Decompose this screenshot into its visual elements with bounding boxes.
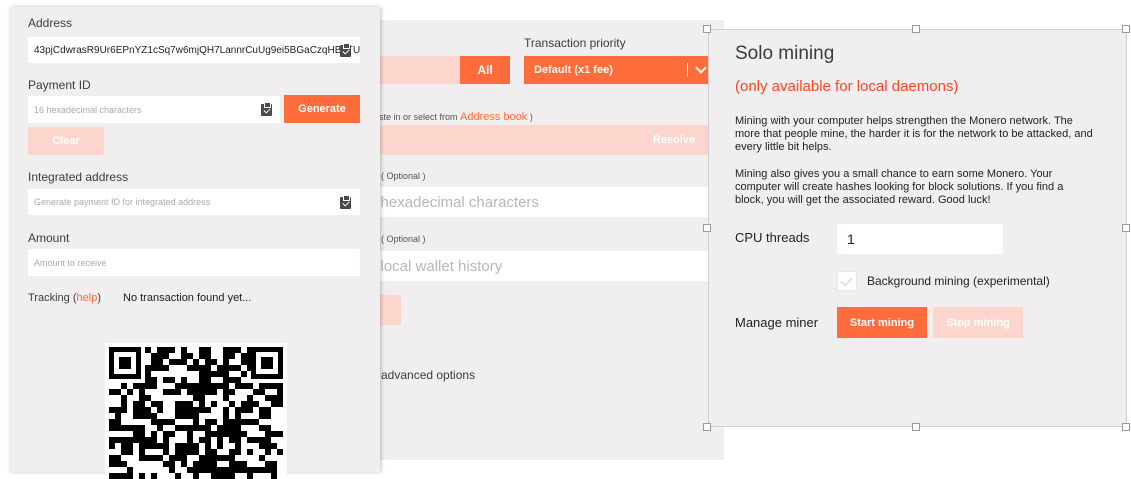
integrated-address-placeholder: Generate payment ID for integrated addre… [34, 197, 211, 207]
payment-id-label: Payment ID [28, 78, 91, 92]
cpu-threads-input[interactable]: 1 [837, 224, 1003, 254]
generate-button[interactable]: Generate [284, 95, 360, 123]
background-mining-checkbox[interactable] [837, 271, 857, 291]
address-hint-close: ) [529, 112, 533, 122]
payment-id-placeholder: 6 hexadecimal characters [368, 193, 539, 211]
payment-id-placeholder: 16 hexadecimal characters [34, 104, 142, 115]
resize-handle[interactable] [1122, 25, 1130, 33]
priority-value: Default (x1 fee) [534, 64, 613, 76]
resize-handle[interactable] [1122, 224, 1130, 232]
recipient-address-input[interactable] [336, 125, 633, 155]
mining-paragraph-1: Mining with your computer helps strength… [735, 115, 1093, 153]
integrated-address-field[interactable]: Generate payment ID for integrated addre… [28, 189, 360, 215]
help-link[interactable]: help [77, 292, 98, 304]
tracking-status: No transaction found yet... [123, 292, 252, 304]
mining-subtitle: (only available for local daemons) [735, 78, 959, 95]
payment-id-input[interactable]: 6 hexadecimal characters [336, 187, 715, 217]
priority-label: Transaction priority [524, 36, 626, 50]
address-field[interactable]: 43pjCdwrasR9Ur6EPnYZ1cSq7w6mjQH7LannrCuU… [28, 37, 360, 63]
check-icon [840, 274, 853, 287]
amount-field[interactable]: Amount to receive [28, 249, 360, 276]
resolve-button[interactable]: Resolve [633, 125, 715, 155]
stop-mining-button[interactable]: Stop mining [933, 307, 1023, 338]
mining-title: Solo mining [735, 43, 835, 64]
description-placeholder: o local wallet history [368, 257, 503, 275]
tracking-paren-close: ) [97, 292, 101, 304]
description-input[interactable]: o local wallet history [336, 251, 715, 281]
resize-handle[interactable] [912, 423, 920, 431]
transfer-panel: All Transaction priority Default (x1 fee… [336, 20, 724, 460]
resize-handle[interactable] [1122, 423, 1130, 431]
all-button[interactable]: All [460, 56, 510, 84]
clear-button[interactable]: Clear [28, 127, 104, 155]
qr-code [105, 343, 287, 479]
optional-label-1: ( Optional ) [381, 171, 426, 181]
optional-label-2: ( Optional ) [381, 234, 426, 244]
cpu-threads-label: CPU threads [735, 230, 810, 245]
amount-placeholder: Amount to receive [34, 257, 107, 268]
address-book-link[interactable]: Address book [460, 111, 527, 123]
amount-label: Amount [28, 231, 70, 245]
mining-panel: Solo mining (only available for local da… [708, 29, 1127, 427]
clipboard-icon[interactable] [340, 43, 351, 57]
manage-miner-label: Manage miner [735, 315, 819, 330]
background-mining-label: Background mining (experimental) [867, 274, 1050, 288]
start-mining-button[interactable]: Start mining [837, 307, 927, 338]
integrated-address-label: Integrated address [28, 170, 129, 184]
clipboard-icon[interactable] [261, 102, 272, 116]
address-hint: aste in or select from Address book ) [374, 111, 533, 123]
clipboard-icon[interactable] [340, 195, 351, 209]
dropdown-divider [687, 63, 688, 77]
address-label: Address [28, 16, 73, 30]
resize-handle[interactable] [703, 25, 711, 33]
resize-handle[interactable] [912, 25, 920, 33]
mining-paragraph-2: Mining also gives you a small chance to … [735, 168, 1064, 206]
payment-id-field[interactable]: 16 hexadecimal characters [28, 96, 280, 123]
advanced-options-label[interactable]: advanced options [381, 368, 475, 382]
resize-handle[interactable] [703, 224, 711, 232]
cpu-threads-value: 1 [847, 231, 855, 247]
tracking-label: Tracking [28, 292, 70, 304]
address-value: 43pjCdwrasR9Ur6EPnYZ1cSq7w6mjQH7LannrCuU… [34, 44, 360, 56]
receive-panel: Address 43pjCdwrasR9Ur6EPnYZ1cSq7w6mjQH7… [10, 7, 380, 479]
resize-handle[interactable] [703, 423, 711, 431]
priority-dropdown[interactable]: Default (x1 fee) [524, 56, 714, 84]
address-hint-text: aste in or select from [374, 112, 458, 122]
tracking-label-group: Tracking (help) [28, 292, 101, 304]
chevron-down-icon [695, 62, 707, 74]
